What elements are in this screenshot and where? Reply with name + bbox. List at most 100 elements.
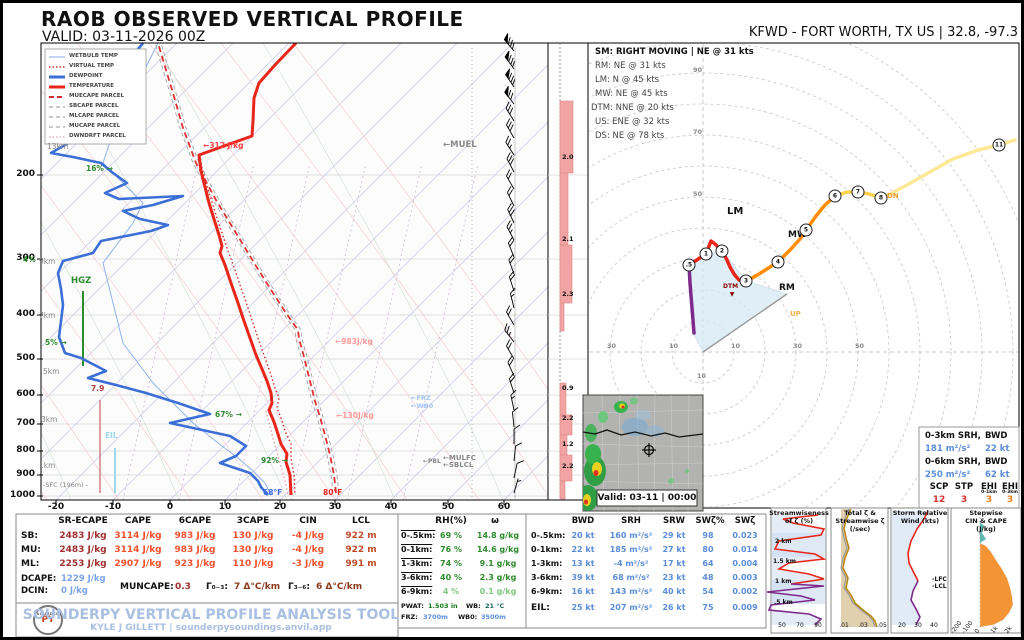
col-omega: ω: [491, 516, 499, 526]
rh-row0-w: 14.8 g/kg: [476, 531, 520, 540]
dcin-label: DCIN:: [21, 586, 48, 596]
p4-title-1: Stepwise: [969, 509, 1003, 517]
col-swzpct: SWζ%: [695, 516, 725, 526]
rh-row4-rh: 4 %: [442, 587, 460, 596]
ehi1-value: 3: [985, 495, 993, 505]
p2-tick-03: .03: [858, 622, 868, 629]
kin-row3-bwd: 39 kt: [571, 573, 595, 582]
marker-6km: 6: [828, 189, 842, 203]
p3-title-2: Wind (kts): [900, 517, 940, 525]
bar-label-6: 2.2: [562, 462, 574, 470]
marker-4km: 4: [771, 255, 785, 269]
p3-tick-20: 20: [898, 622, 906, 629]
kin-row4-label: 6-9km:: [531, 587, 563, 596]
ptick-800: 800: [16, 445, 35, 455]
bwd6-label: BWD: [985, 457, 1008, 467]
p1-title-2: of ζ (%): [784, 517, 814, 525]
legend-temperature: TEMPERATURE: [69, 83, 115, 89]
ttick-m20: -20: [47, 502, 65, 512]
ann-lapse: 7.9: [91, 384, 105, 393]
col-swz: SWζ: [734, 516, 756, 526]
col-srw: SRW: [662, 516, 686, 526]
legend-dewpoint: DEWPOINT: [69, 73, 103, 79]
ann-rh5: 5% →: [45, 338, 67, 347]
ann-rh4: 4%: [23, 255, 36, 264]
ttick-60: 60: [497, 502, 511, 512]
ring-10d: 10: [697, 372, 707, 380]
legend-wetbulb: WETBULB TEMP: [69, 53, 118, 59]
kin-row0-swz: 0.023: [732, 531, 758, 540]
col-lcl: LCL: [351, 516, 371, 526]
kin-eil-swz: 0.009: [732, 603, 758, 612]
scp-value: 12: [932, 495, 946, 505]
kin-row4-swzpct: 54: [702, 587, 714, 596]
marker-11km: 11: [992, 138, 1006, 152]
p3-tick-40: 40: [930, 622, 938, 629]
p1-tick-90: 90: [814, 622, 822, 629]
ttick-10: 10: [218, 502, 232, 512]
label-rm: RM: [779, 283, 795, 293]
ann-eil: EIL: [105, 431, 118, 440]
ml-cin: -3 J/kg: [291, 559, 325, 569]
layer-bars-panel: [547, 42, 589, 501]
marker-5km: 5: [799, 223, 813, 237]
ttick-30: 30: [328, 502, 342, 512]
col-cin: CIN: [299, 516, 317, 526]
legend-virtual: VIRTUAL TEMP: [69, 63, 115, 69]
sb-cape: 3114 J/kg: [114, 531, 162, 541]
ring-70: 70: [693, 128, 703, 136]
rh-row1-w: 14.6 g/kg: [476, 545, 520, 554]
ring-30l: 30: [607, 342, 617, 350]
ttick-0: 0: [166, 502, 174, 512]
ann-130jkg: ←130J/kg: [336, 411, 374, 420]
col-bwd: BWD: [571, 516, 595, 526]
marker-0-5km: .5: [682, 258, 696, 272]
ring-50r: 50: [855, 342, 865, 350]
kin-row0-swzpct: 98: [702, 531, 714, 540]
legend-dwndrft: DWNDRFT PARCEL: [69, 133, 126, 139]
kin-row1-bwd: 22 kt: [571, 545, 595, 554]
legend-sbcape: SBCAPE PARCEL: [69, 103, 119, 109]
lr03-label: Γ₀₋₃:: [206, 582, 228, 592]
kin-row0-srh: 160 m²/s²: [609, 531, 653, 540]
raob-profile-page: RAOB OBSERVED VERTICAL PROFILE VALID: 03…: [0, 0, 1024, 640]
frz-value: 3700m: [423, 613, 448, 621]
bar-label-1: 2.1: [562, 235, 574, 243]
hlabel-1km: 1km: [39, 461, 56, 470]
ml-cape: 2907 J/kg: [114, 559, 162, 569]
rh-row2-rh: 74 %: [440, 559, 462, 568]
sb-srecape: 2483 J/kg: [59, 531, 107, 541]
hlabel-13km: 13km: [47, 142, 69, 151]
us-line: US: ENE @ 32 kts: [595, 117, 670, 127]
ann-pbl: ←PBL: [423, 458, 441, 465]
kin-row2-swz: 0.004: [732, 559, 758, 568]
wb-label: WB:: [466, 602, 481, 610]
bar-label-0: 2.0: [562, 153, 574, 161]
row-sb-label: SB:: [21, 531, 38, 541]
col-rh: RH(%): [435, 516, 467, 526]
sb-lcl: 922 m: [345, 531, 377, 541]
srh3-label: 0-3km SRH,: [925, 431, 981, 441]
kin-eil-bwd: 25 kt: [571, 603, 595, 612]
row-ml-label: ML:: [21, 559, 40, 569]
kin-row2-srw: 17 kt: [662, 559, 686, 568]
ring-30r: 30: [793, 342, 803, 350]
rh-row1-rh: 76 %: [440, 545, 462, 554]
p3-title-1: Storm Relative: [892, 509, 948, 517]
kin-row1-label: 0-1km:: [531, 545, 563, 554]
p2-tick-01: .01: [839, 622, 849, 629]
ann-el-cape: ←312 J/kg: [203, 141, 244, 150]
frz-label: FRZ:: [401, 613, 418, 621]
ml-lcl: 991 m: [345, 559, 377, 569]
bar-label-2: 2.3: [562, 290, 574, 298]
ptick-500: 500: [16, 353, 35, 363]
kin-row0-srw: 29 kt: [662, 531, 686, 540]
rh-row3-w: 2.3 g/kg: [479, 573, 517, 582]
ttick-m10: -10: [104, 502, 122, 512]
label-up: UP: [790, 310, 801, 318]
label-dtm: DTM: [723, 283, 739, 290]
legend-muecape: MUECAPE PARCEL: [69, 93, 125, 99]
bar-label-5: 1.2: [562, 440, 574, 448]
dtm-line: DTM: NNE @ 20 kts: [591, 103, 674, 113]
ann-sfc-dewpoint: 68°F: [263, 488, 283, 497]
